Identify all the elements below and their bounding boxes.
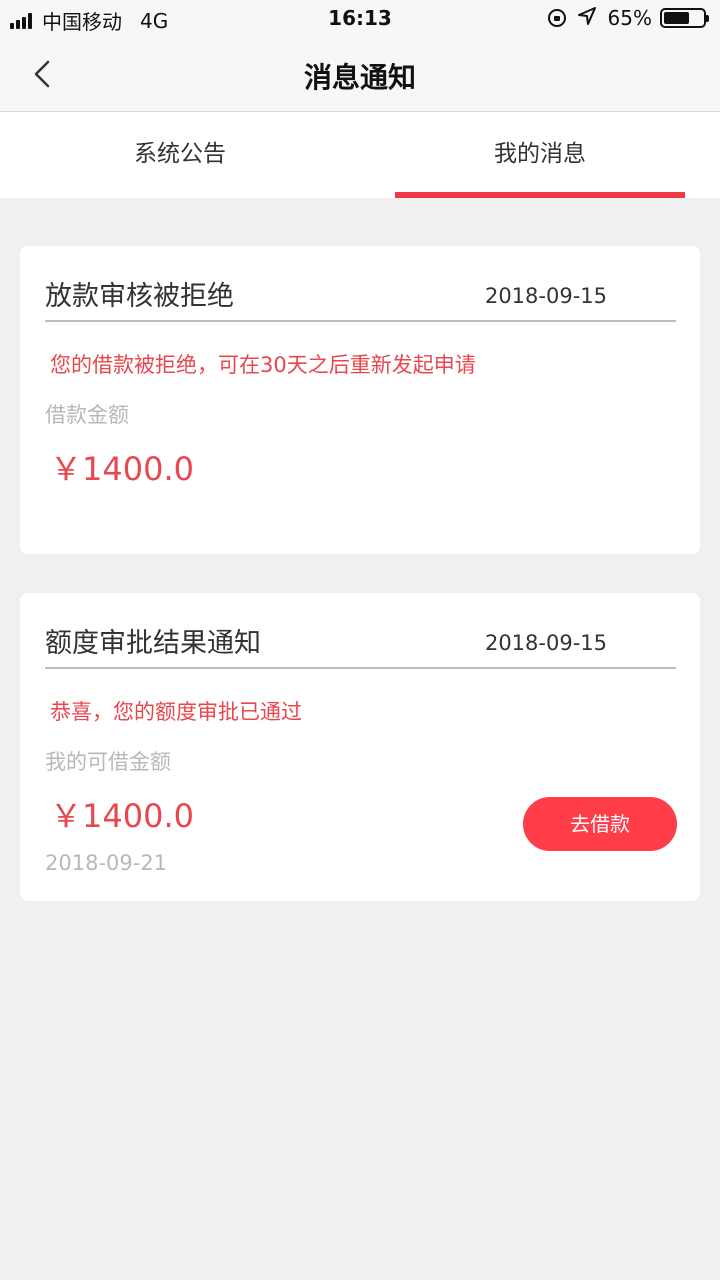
message-date: 2018-09-15 (484, 631, 607, 655)
message-text: 您的借款被拒绝，可在30天之后重新发起申请 (50, 353, 476, 377)
orientation-lock-icon (547, 9, 566, 27)
divider (45, 667, 676, 669)
nav-bar: 消息通知 (0, 38, 720, 112)
expiry-date: 2018-09-21 (45, 851, 168, 875)
active-tab-indicator (395, 192, 685, 198)
message-title: 放款审核被拒绝 (45, 281, 234, 312)
status-right: 65% (547, 6, 709, 30)
battery-icon (660, 8, 709, 28)
tab-system-notice[interactable]: 系统公告 (0, 112, 360, 198)
divider (45, 320, 676, 322)
message-card: 放款审核被拒绝 2018-09-15 您的借款被拒绝，可在30天之后重新发起申请… (20, 246, 700, 554)
amount-value: ￥1400.0 (50, 797, 194, 835)
message-title: 额度审批结果通知 (45, 628, 261, 659)
message-card: 额度审批结果通知 2018-09-15 恭喜，您的额度审批已通过 我的可借金额 … (20, 593, 700, 901)
status-bar: 中国移动 4G 16:13 65% (0, 0, 720, 38)
tab-bar: 系统公告 我的消息 (0, 112, 720, 198)
message-text: 恭喜，您的额度审批已通过 (50, 700, 302, 724)
amount-value: ￥1400.0 (50, 450, 194, 488)
amount-label: 借款金额 (45, 403, 129, 427)
page-title: 消息通知 (303, 61, 416, 94)
battery-percent: 65% (607, 6, 652, 30)
tab-my-messages[interactable]: 我的消息 (360, 112, 720, 198)
amount-label: 我的可借金额 (45, 750, 171, 774)
borrow-button[interactable]: 去借款 (523, 797, 677, 851)
location-arrow-icon (577, 6, 596, 30)
message-date: 2018-09-15 (484, 284, 607, 308)
